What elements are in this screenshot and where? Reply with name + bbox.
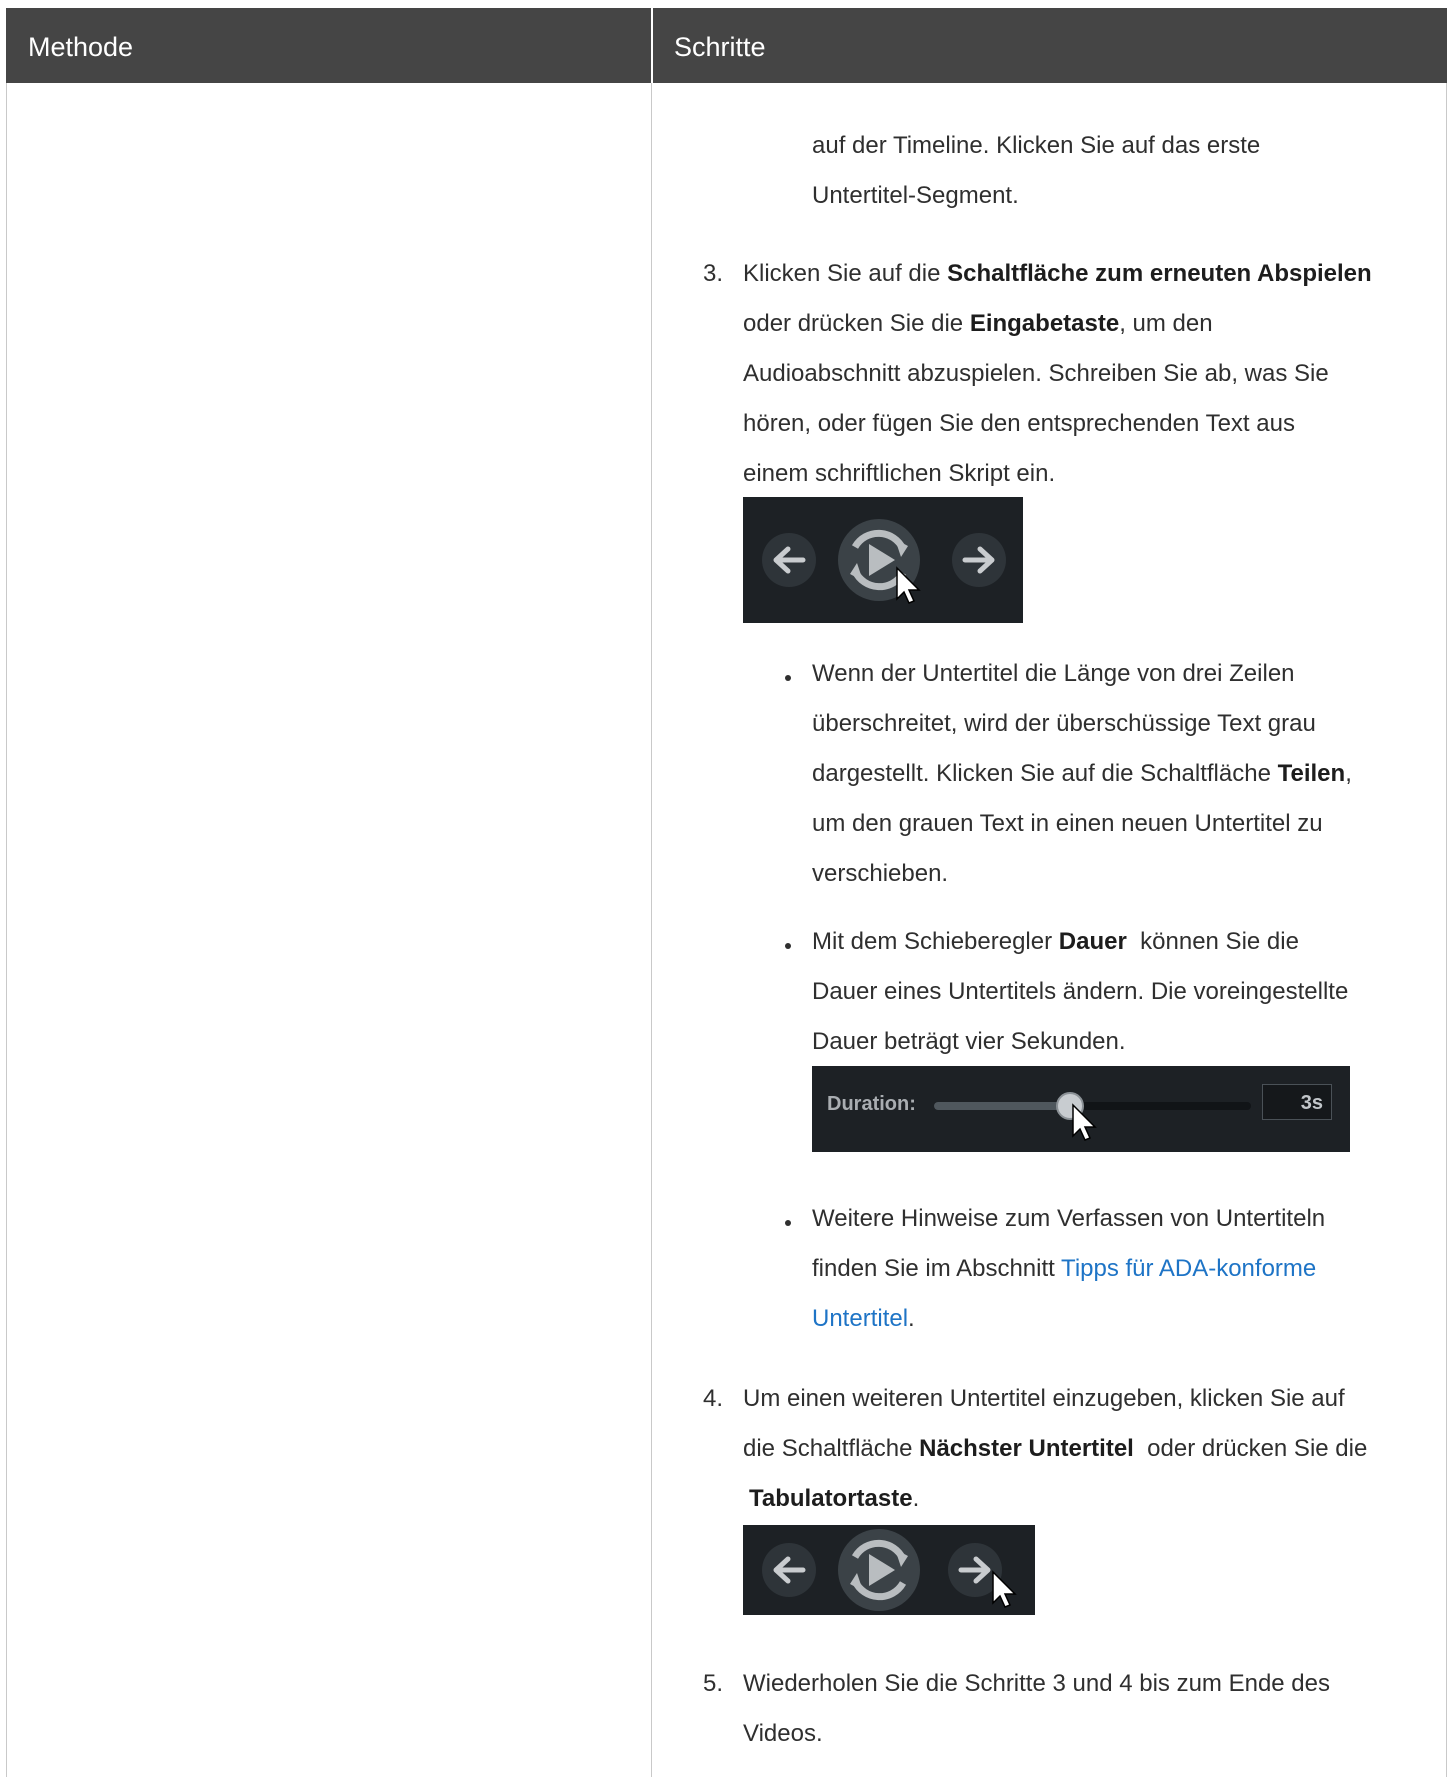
bullet-1-line-4: um den grauen Text in einen neuen Untert… [812, 810, 1323, 837]
steps-cell: auf der Timeline. Klicken Sie auf das er… [0, 0, 1447, 1777]
replay-button-label: Schaltfläche zum erneuten Abspielen [947, 260, 1372, 287]
arrow-left-icon [762, 1543, 816, 1597]
enter-key-label: Eingabetaste [969, 310, 1120, 337]
step-3-line-1: Klicken Sie auf die Schaltfläche zum ern… [743, 260, 1372, 287]
arrow-left-icon [762, 533, 816, 587]
step-4-line-2: die Schaltfläche Nächster Untertitel ode… [743, 1435, 1368, 1462]
duration-slider-label: Dauer [1058, 928, 1127, 955]
bullet-2-marker [785, 943, 791, 949]
bullet-1-marker [785, 675, 791, 681]
replay-icon [838, 1529, 920, 1611]
bullet-1-line-1: Wenn der Untertitel die Länge von drei Z… [812, 660, 1295, 687]
bullet-1-line-3: dargestellt. Klicken Sie auf die Schaltf… [812, 760, 1352, 787]
bullet-2-line-1: Mit dem Schieberegler Dauer können Sie d… [812, 928, 1299, 955]
intro-line-1: auf der Timeline. Klicken Sie auf das er… [812, 132, 1261, 159]
split-button-label: Teilen [1277, 760, 1346, 787]
duration-value-box: 3s [1262, 1084, 1332, 1120]
step-4-line-1: Um einen weiteren Untertitel einzugeben,… [743, 1385, 1345, 1412]
bullet-2-line-2: Dauer eines Untertitels ändern. Die vore… [812, 978, 1349, 1005]
arrow-right-icon [952, 533, 1006, 587]
bullet-3-line-2: finden Sie im Abschnitt Tipps für ADA-ko… [812, 1255, 1317, 1282]
cursor-icon [992, 1570, 1017, 1608]
step-3-line-5: einem schriftlichen Skript ein. [743, 460, 1056, 487]
bullet-3-line-1: Weitere Hinweise zum Verfassen von Unter… [812, 1205, 1326, 1232]
duration-slider-screenshot: Duration: 3s [812, 1066, 1350, 1152]
bullet-1-line-5: verschieben. [812, 860, 949, 887]
step-5-line-2: Videos. [743, 1720, 823, 1747]
step-5-number: 5. [703, 1670, 724, 1697]
ada-tips-link[interactable]: Tipps für ADA-konforme [1061, 1255, 1316, 1282]
duration-widget-label: Duration: [827, 1093, 916, 1115]
bullet-1-line-2: überschreitet, wird der überschüssige Te… [812, 710, 1316, 737]
step-4-number: 4. [703, 1385, 724, 1412]
playback-controls-screenshot-2 [743, 1525, 1035, 1615]
tab-key-label: Tabulatortaste [749, 1485, 913, 1512]
step-3-number: 3. [703, 260, 724, 287]
playback-controls-graphic [762, 519, 1006, 604]
step-3-line-4: hören, oder fügen Sie den entsprechenden… [743, 410, 1295, 437]
playback-controls-screenshot-1 [743, 497, 1023, 623]
next-caption-label: Nächster Untertitel [919, 1435, 1134, 1462]
intro-line-2: Untertitel-Segment. [812, 182, 1019, 209]
bullet-3-line-3: Untertitel. [812, 1305, 915, 1332]
duration-slider-fill [934, 1102, 1071, 1110]
bullet-2-line-3: Dauer beträgt vier Sekunden. [812, 1028, 1126, 1055]
step-5-line-1: Wiederholen Sie die Schritte 3 und 4 bis… [743, 1670, 1331, 1697]
step-3-line-3: Audioabschnitt abzuspielen. Schreiben Si… [743, 360, 1329, 387]
step-4-line-3: Tabulatortaste. [749, 1485, 920, 1512]
cursor-icon [1072, 1103, 1097, 1141]
ada-tips-link-cont[interactable]: Untertitel [812, 1305, 908, 1332]
step-3-line-2: oder drücken Sie die Eingabetaste, um de… [743, 310, 1213, 337]
document-page: Methode Schritte auf der Timeline. Klick… [0, 0, 1447, 1777]
playback-controls-graphic-2 [762, 1529, 1017, 1611]
bullet-3-marker [785, 1220, 791, 1226]
